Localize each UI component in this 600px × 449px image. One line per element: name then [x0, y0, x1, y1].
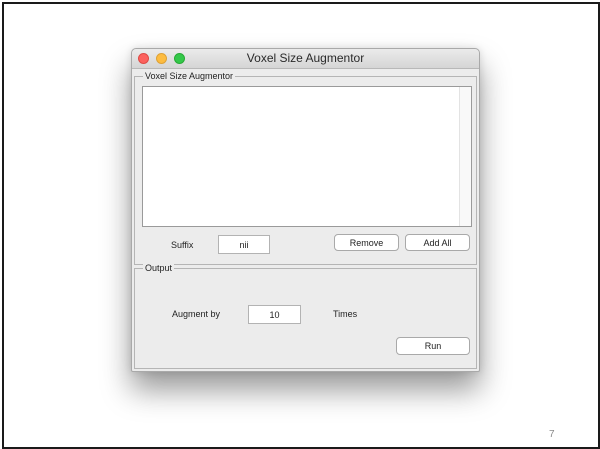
suffix-label: Suffix: [171, 240, 194, 250]
page-number: 7: [549, 429, 555, 440]
suffix-input[interactable]: [218, 235, 270, 254]
listbox-scrollbar[interactable]: [459, 87, 471, 226]
app-window: Voxel Size Augmentor Voxel Size Augmento…: [131, 48, 480, 372]
title-bar[interactable]: Voxel Size Augmentor: [132, 49, 479, 69]
augment-times-input[interactable]: [248, 305, 301, 324]
augment-by-label: Augment by: [172, 309, 221, 319]
add-all-button[interactable]: Add All: [405, 234, 470, 251]
slide: Voxel Size Augmentor Voxel Size Augmento…: [2, 2, 600, 449]
file-listbox[interactable]: [142, 86, 472, 227]
input-panel: Voxel Size Augmentor Suffix Remove Add A…: [134, 70, 477, 265]
input-panel-legend: Voxel Size Augmentor: [143, 70, 236, 82]
times-label: Times: [333, 309, 358, 319]
window-title: Voxel Size Augmentor: [246, 51, 365, 65]
remove-button[interactable]: Remove: [334, 234, 399, 251]
output-panel-legend: Output: [143, 262, 175, 274]
run-button[interactable]: Run: [396, 337, 470, 355]
output-panel: Output Augment by Times Run: [134, 262, 477, 369]
